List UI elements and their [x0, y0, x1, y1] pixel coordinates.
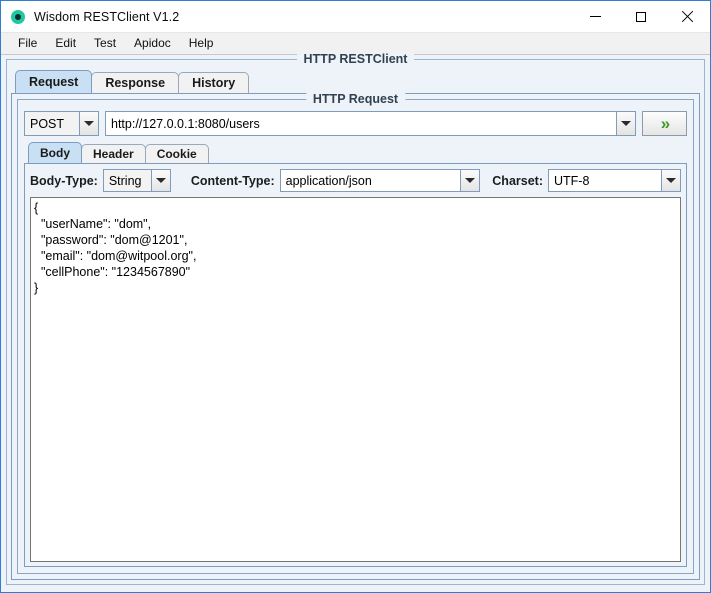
request-body-editor[interactable]: { "userName": "dom", "password": "dom@12…: [30, 197, 681, 562]
minimize-icon: [589, 16, 601, 17]
minimize-button[interactable]: [572, 1, 618, 32]
body-type-value: String: [102, 169, 151, 192]
content-area: HTTP RESTClient Request Response History…: [1, 52, 710, 592]
url-row: POST http://127.0.0.1:8080/users »: [24, 111, 687, 136]
url-input[interactable]: http://127.0.0.1:8080/users: [105, 111, 616, 136]
method-select[interactable]: POST: [24, 111, 99, 136]
menu-item-file[interactable]: File: [9, 35, 46, 52]
request-tab-strip: Body Header Cookie: [24, 142, 687, 163]
charset-arrow[interactable]: [661, 169, 681, 192]
window-controls: [572, 1, 710, 32]
maximize-button[interactable]: [618, 1, 664, 32]
content-type-select[interactable]: application/json: [279, 169, 481, 192]
tab-response[interactable]: Response: [91, 72, 180, 93]
content-type-arrow[interactable]: [460, 169, 481, 192]
charset-value[interactable]: UTF-8: [548, 169, 661, 192]
tab-request[interactable]: Request: [15, 70, 93, 93]
chevron-down-icon: [84, 121, 94, 126]
menu-item-help[interactable]: Help: [180, 35, 223, 52]
main-tab-panel: HTTP Request POST http://127.0.0.1:8080/…: [11, 92, 700, 580]
charset-select[interactable]: UTF-8: [548, 169, 681, 192]
body-type-label: Body-Type:: [30, 173, 98, 188]
body-type-select[interactable]: String: [102, 169, 171, 192]
tab-header[interactable]: Header: [81, 144, 146, 163]
menu-item-apidoc[interactable]: Apidoc: [125, 35, 180, 52]
chevron-down-icon: [465, 178, 476, 183]
http-request-panel: HTTP Request POST http://127.0.0.1:8080/…: [17, 92, 694, 574]
application-window: Wisdom RESTClient V1.2 File Edit Test Ap…: [0, 0, 711, 593]
maximize-icon: [636, 11, 646, 22]
http-request-panel-title: HTTP Request: [305, 92, 406, 106]
chevron-down-icon: [666, 178, 676, 183]
content-type-value[interactable]: application/json: [279, 169, 461, 192]
body-options-row: Body-Type: String Content-Type: applicat…: [30, 169, 681, 192]
chevron-down-icon: [155, 178, 166, 183]
close-button[interactable]: [664, 1, 710, 32]
charset-label: Charset:: [492, 173, 543, 188]
request-tab-panel: Body-Type: String Content-Type: applicat…: [24, 163, 687, 567]
menu-item-test[interactable]: Test: [85, 35, 125, 52]
title-bar: Wisdom RESTClient V1.2: [1, 1, 710, 32]
app-logo-icon: [11, 9, 25, 24]
method-select-value: POST: [24, 111, 79, 136]
double-chevron-right-icon: »: [660, 114, 671, 133]
send-request-button[interactable]: »: [642, 111, 687, 136]
chevron-down-icon: [621, 121, 631, 126]
window-title: Wisdom RESTClient V1.2: [34, 9, 180, 24]
restclient-panel: HTTP RESTClient Request Response History…: [6, 52, 705, 585]
close-icon: [681, 11, 693, 23]
url-history-arrow[interactable]: [616, 111, 636, 136]
tab-cookie[interactable]: Cookie: [144, 144, 209, 163]
tab-history[interactable]: History: [178, 72, 250, 93]
body-type-arrow[interactable]: [150, 169, 171, 192]
menu-item-edit[interactable]: Edit: [46, 35, 85, 52]
method-select-arrow[interactable]: [79, 111, 99, 136]
content-type-label: Content-Type:: [190, 173, 275, 188]
main-tab-strip: Request Response History: [11, 70, 700, 93]
tab-body[interactable]: Body: [28, 142, 82, 163]
url-combo[interactable]: http://127.0.0.1:8080/users: [105, 111, 636, 136]
restclient-panel-title: HTTP RESTClient: [296, 52, 415, 66]
